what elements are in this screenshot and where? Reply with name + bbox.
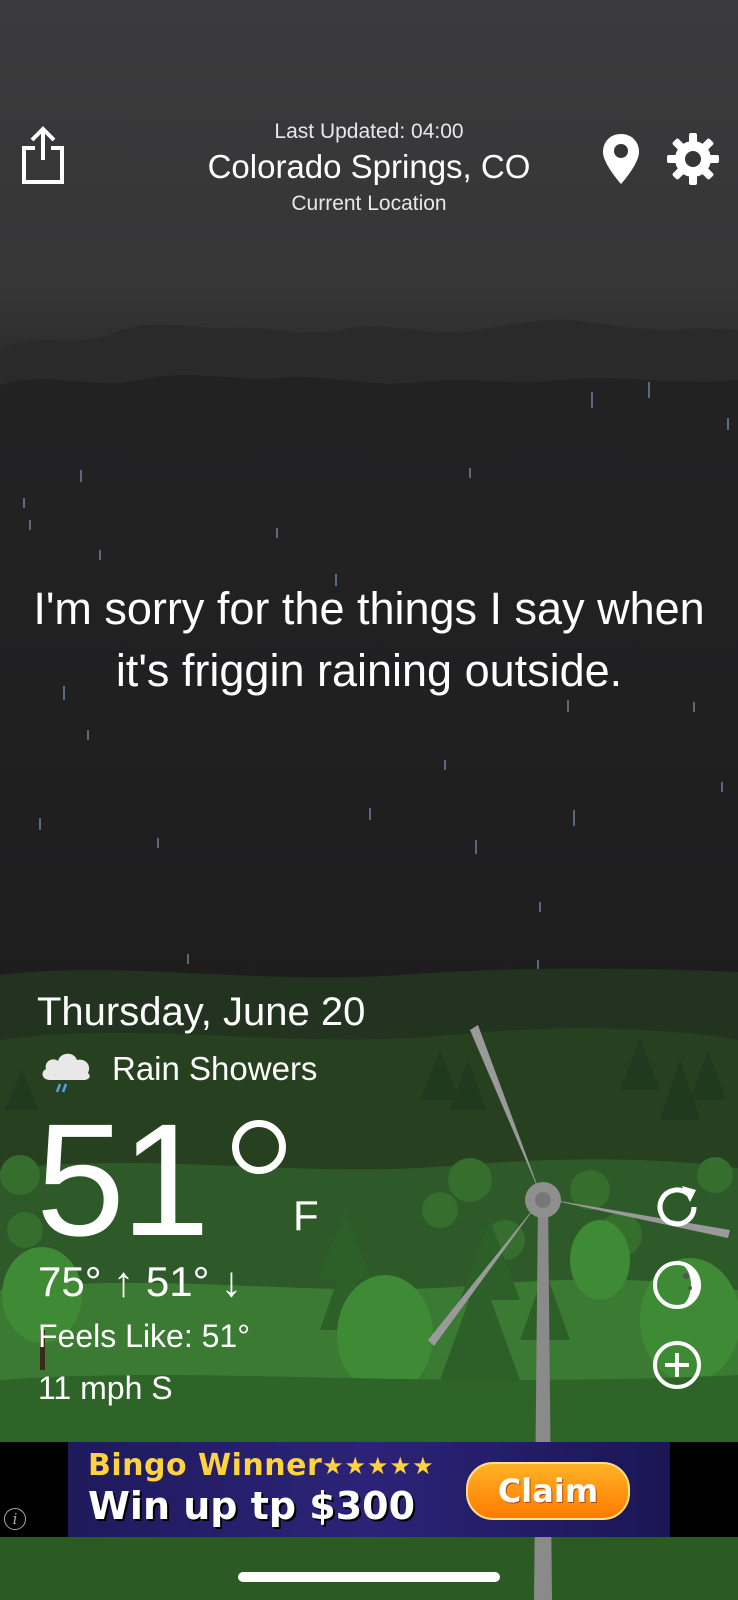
ad-rating-stars: ★★★★★ [322, 1453, 435, 1480]
ad-info-icon[interactable]: i [4, 1508, 26, 1530]
share-icon[interactable] [20, 126, 66, 186]
degree-symbol [232, 1120, 286, 1174]
home-indicator[interactable] [238, 1572, 500, 1582]
last-updated-label: Last Updated: 04:00 [274, 120, 464, 143]
city-name[interactable]: Colorado Springs, CO [150, 148, 588, 186]
temperature-unit[interactable]: F [293, 1192, 319, 1240]
location-pin-icon[interactable] [600, 132, 642, 186]
moon-phase-icon[interactable] [650, 1258, 704, 1312]
date-label: Thursday, June 20 [37, 990, 366, 1034]
ad-banner[interactable]: Bingo Winner ★★★★★ Win up tp $300 Claim [68, 1442, 670, 1537]
condition-label: Rain Showers [112, 1050, 318, 1087]
settings-gear-icon[interactable] [666, 132, 720, 186]
top-bar: Last Updated: 04:00 Colorado Springs, CO… [0, 110, 738, 230]
ad-bar: Bingo Winner ★★★★★ Win up tp $300 Claim … [0, 1442, 738, 1537]
current-temperature: 51 [36, 1090, 210, 1269]
claim-button[interactable]: Claim [466, 1462, 630, 1520]
ad-headline: Bingo Winner [88, 1448, 323, 1483]
add-icon[interactable] [650, 1338, 704, 1392]
location-subtitle: Current Location [291, 192, 447, 215]
feels-like-label: Feels Like: 51° [38, 1318, 251, 1354]
ad-offer: Win up tp $300 [88, 1484, 416, 1528]
weather-quote: I'm sorry for the things I say when it's… [33, 583, 705, 696]
wind-label: 11 mph S [38, 1370, 173, 1406]
storm-clouds [0, 319, 738, 450]
high-low-temperature: 75° ↑ 51° ↓ [38, 1258, 243, 1305]
rain-cloud-icon [42, 1053, 90, 1093]
refresh-icon[interactable] [650, 1180, 704, 1234]
